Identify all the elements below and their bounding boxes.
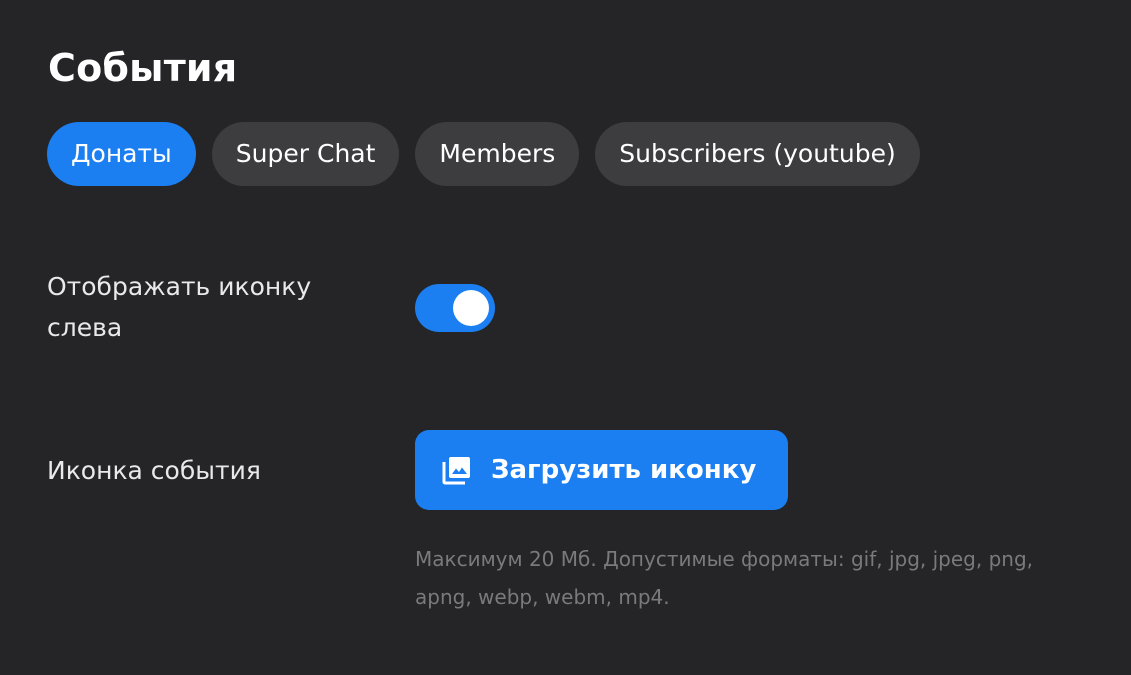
page-title: События <box>48 46 238 90</box>
upload-button-label: Загрузить иконку <box>491 455 757 485</box>
upload-icon-button[interactable]: Загрузить иконку <box>415 430 788 510</box>
tab-subscribers-youtube[interactable]: Subscribers (youtube) <box>595 122 920 186</box>
event-icon-label: Иконка события <box>47 456 261 485</box>
tab-donations[interactable]: Донаты <box>47 122 196 186</box>
show-icon-left-label: Отображать иконку слева <box>47 272 312 342</box>
upload-hint: Максимум 20 Мб. Допустимые форматы: gif,… <box>415 547 1033 609</box>
show-icon-left-toggle[interactable] <box>415 284 495 332</box>
tab-members[interactable]: Members <box>415 122 580 186</box>
image-stack-icon <box>441 454 473 486</box>
tab-super-chat[interactable]: Super Chat <box>211 122 400 186</box>
event-tabs: Донаты Super Chat Members Subscribers (y… <box>47 122 920 186</box>
events-settings-page: События Донаты Super Chat Members Subscr… <box>0 0 1131 675</box>
toggle-knob <box>453 290 489 326</box>
